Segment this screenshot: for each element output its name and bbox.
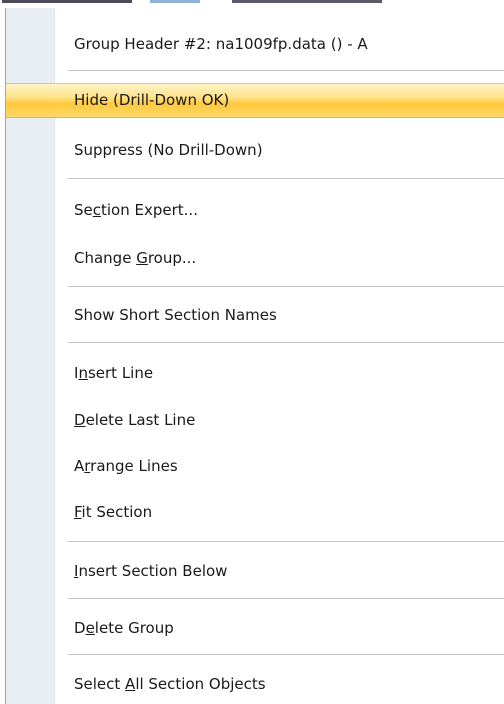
menu-item-label: Select All Section Objects [74,675,266,693]
menu-item-show-short-section-names[interactable]: Show Short Section Names [6,299,504,331]
menu-item-suppress[interactable]: Suppress (No Drill-Down) [6,134,504,166]
menu-item-label: Group Header #2: na1009fp.data () - A [74,35,368,53]
menu-item-label: Section Expert... [74,201,198,219]
menu-item-label: Insert Line [74,364,154,382]
menu-separator [68,541,504,542]
menu-item-select-all-section-objects[interactable]: Select All Section Objects [6,668,504,700]
menu-separator [68,286,504,287]
menu-item-fit-section[interactable]: Fit Section [6,496,504,528]
menu-separator [68,178,504,179]
menu-item-hide[interactable]: Hide (Drill-Down OK) [6,83,504,118]
menu-separator [68,598,504,599]
menu-item-label: Fit Section [74,503,153,521]
menu-separator [68,342,504,343]
menu-item-label: Arrange Lines [74,457,178,475]
menu-item-insert-line[interactable]: Insert Line [6,357,504,389]
menu-item-label: Delete Group [74,619,174,637]
menu-separator [68,70,504,71]
menu-item-change-group[interactable]: Change Group... [6,242,504,274]
menu-item-label: Suppress (No Drill-Down) [74,141,263,159]
menu-item-label: Hide (Drill-Down OK) [74,91,230,109]
menu-item-label: Delete Last Line [74,411,196,429]
menu-item-delete-group[interactable]: Delete Group [6,612,504,644]
menu-item-label: Show Short Section Names [74,306,277,324]
background-fragment [2,0,132,3]
menu-separator [68,654,504,655]
menu-item-arrange-lines[interactable]: Arrange Lines [6,450,504,482]
menu-item-section-expert[interactable]: Section Expert... [6,194,504,226]
menu-item-label: Change Group... [74,249,197,267]
menu-item-label: Insert Section Below [74,562,228,580]
menu-item-group-header[interactable]: Group Header #2: na1009fp.data () - A [6,28,504,60]
background-window-strip [0,0,504,8]
menu-item-insert-section-below[interactable]: Insert Section Below [6,555,504,587]
context-menu: Group Header #2: na1009fp.data () - A Hi… [5,8,504,704]
menu-item-delete-last-line[interactable]: Delete Last Line [6,404,504,436]
background-fragment [232,0,382,3]
background-fragment [150,0,200,3]
